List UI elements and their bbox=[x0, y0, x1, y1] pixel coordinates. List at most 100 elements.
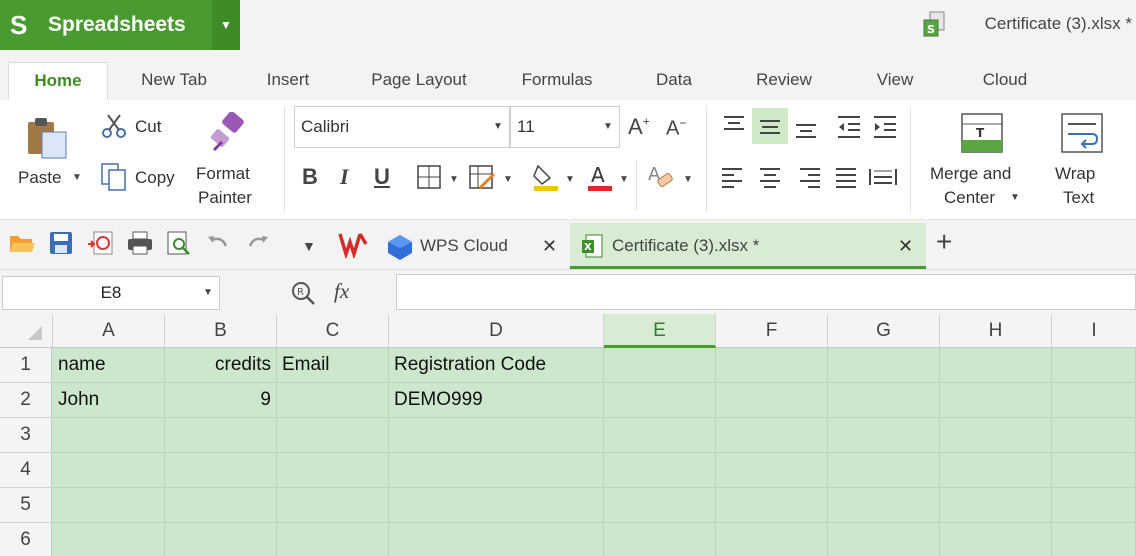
column-header-g[interactable]: G bbox=[828, 314, 940, 348]
distributed-align-icon[interactable] bbox=[868, 166, 898, 188]
app-menu-button[interactable]: S Spreadsheets ▼ bbox=[0, 0, 240, 50]
cell-g5[interactable] bbox=[828, 488, 940, 523]
cell-style-icon[interactable] bbox=[468, 164, 496, 192]
underline-button[interactable]: U bbox=[374, 164, 390, 190]
align-right-icon[interactable] bbox=[798, 166, 822, 188]
cell-b3[interactable] bbox=[165, 418, 277, 453]
open-folder-icon[interactable] bbox=[8, 232, 36, 256]
align-bottom-icon[interactable] bbox=[794, 118, 818, 140]
doc-tab-certificate[interactable]: X Certificate (3).xlsx * ✕ bbox=[570, 223, 926, 269]
cell-a2[interactable]: John bbox=[53, 383, 165, 418]
close-icon[interactable]: ✕ bbox=[898, 223, 913, 269]
clear-format-icon[interactable]: A bbox=[646, 162, 676, 192]
cell-a3[interactable] bbox=[53, 418, 165, 453]
bold-button[interactable]: B bbox=[302, 164, 318, 190]
cell-i1[interactable] bbox=[1052, 348, 1136, 383]
cell-a1[interactable]: name bbox=[53, 348, 165, 383]
cell-a6[interactable] bbox=[53, 523, 165, 556]
font-color-dropdown-icon[interactable]: ▼ bbox=[619, 174, 629, 185]
format-painter-label-2[interactable]: Painter bbox=[198, 188, 252, 208]
align-center-icon[interactable] bbox=[758, 166, 782, 188]
customize-toolbar-dropdown-icon[interactable]: ▼ bbox=[302, 238, 316, 254]
cell-g3[interactable] bbox=[828, 418, 940, 453]
redo-icon[interactable] bbox=[246, 232, 270, 256]
cell-d4[interactable] bbox=[389, 453, 604, 488]
tab-home[interactable]: Home bbox=[8, 62, 108, 100]
cell-f1[interactable] bbox=[716, 348, 828, 383]
font-color-icon[interactable]: A bbox=[586, 162, 614, 192]
cell-h3[interactable] bbox=[940, 418, 1052, 453]
new-tab-plus-icon[interactable]: + bbox=[936, 226, 952, 258]
cell-f6[interactable] bbox=[716, 523, 828, 556]
cell-i3[interactable] bbox=[1052, 418, 1136, 453]
column-header-e[interactable]: E bbox=[604, 314, 716, 348]
cell-i4[interactable] bbox=[1052, 453, 1136, 488]
increase-indent-icon[interactable] bbox=[872, 114, 898, 140]
wrap-text-label-2[interactable]: Text bbox=[1063, 188, 1094, 208]
clear-format-dropdown-icon[interactable]: ▼ bbox=[683, 174, 693, 185]
increase-font-size-icon[interactable]: A+ bbox=[628, 114, 650, 140]
row-header-1[interactable]: 1 bbox=[0, 348, 52, 383]
cell-h1[interactable] bbox=[940, 348, 1052, 383]
decrease-font-size-icon[interactable]: A− bbox=[666, 116, 686, 141]
cell-e3[interactable] bbox=[604, 418, 716, 453]
cell-e2[interactable] bbox=[604, 383, 716, 418]
column-header-i[interactable]: I bbox=[1052, 314, 1136, 348]
cell-d1[interactable]: Registration Code bbox=[389, 348, 604, 383]
row-header-4[interactable]: 4 bbox=[0, 453, 52, 488]
wrap-text-icon[interactable] bbox=[1060, 112, 1104, 154]
save-icon[interactable] bbox=[48, 230, 74, 256]
paste-icon[interactable] bbox=[24, 116, 72, 160]
insert-function-icon[interactable]: fx bbox=[334, 279, 349, 304]
print-icon[interactable] bbox=[126, 230, 154, 256]
cell-c2[interactable] bbox=[277, 383, 389, 418]
doc-tab-wps-cloud[interactable]: WPS Cloud ✕ bbox=[380, 223, 566, 269]
close-icon[interactable]: ✕ bbox=[542, 223, 557, 269]
justify-icon[interactable] bbox=[834, 166, 858, 188]
borders-dropdown-icon[interactable]: ▼ bbox=[449, 174, 459, 185]
column-header-a[interactable]: A bbox=[53, 314, 165, 348]
cell-g1[interactable] bbox=[828, 348, 940, 383]
cell-g6[interactable] bbox=[828, 523, 940, 556]
tab-formulas[interactable]: Formulas bbox=[506, 62, 608, 100]
copy-label[interactable]: Copy bbox=[135, 168, 175, 188]
cell-h5[interactable] bbox=[940, 488, 1052, 523]
cell-b5[interactable] bbox=[165, 488, 277, 523]
fill-color-icon[interactable] bbox=[532, 162, 560, 192]
column-header-c[interactable]: C bbox=[277, 314, 389, 348]
column-header-d[interactable]: D bbox=[389, 314, 604, 348]
name-box[interactable]: E8 ▼ bbox=[2, 276, 220, 310]
cell-e4[interactable] bbox=[604, 453, 716, 488]
cell-h4[interactable] bbox=[940, 453, 1052, 488]
paste-dropdown-icon[interactable]: ▼ bbox=[72, 172, 82, 183]
merge-center-dropdown-icon[interactable]: ▼ bbox=[1010, 192, 1020, 203]
print-preview-icon[interactable] bbox=[166, 230, 192, 258]
cell-f3[interactable] bbox=[716, 418, 828, 453]
column-header-f[interactable]: F bbox=[716, 314, 828, 348]
app-menu-dropdown-icon[interactable]: ▼ bbox=[212, 0, 240, 50]
tab-cloud[interactable]: Cloud bbox=[966, 62, 1044, 100]
cell-f2[interactable] bbox=[716, 383, 828, 418]
tab-new-tab[interactable]: New Tab bbox=[124, 62, 224, 100]
align-left-icon[interactable] bbox=[720, 166, 744, 188]
paste-label[interactable]: Paste bbox=[18, 168, 61, 188]
cell-c5[interactable] bbox=[277, 488, 389, 523]
cell-b6[interactable] bbox=[165, 523, 277, 556]
row-header-2[interactable]: 2 bbox=[0, 383, 52, 418]
export-pdf-icon[interactable] bbox=[86, 230, 114, 258]
cell-g4[interactable] bbox=[828, 453, 940, 488]
cell-b2[interactable]: 9 bbox=[165, 383, 277, 418]
cell-style-dropdown-icon[interactable]: ▼ bbox=[503, 174, 513, 185]
formula-input[interactable] bbox=[396, 274, 1136, 310]
undo-icon[interactable] bbox=[206, 232, 230, 256]
format-painter-icon[interactable] bbox=[206, 112, 250, 156]
tab-data[interactable]: Data bbox=[638, 62, 710, 100]
cell-h2[interactable] bbox=[940, 383, 1052, 418]
wrap-text-label-1[interactable]: Wrap bbox=[1055, 164, 1095, 184]
column-header-h[interactable]: H bbox=[940, 314, 1052, 348]
tab-page-layout[interactable]: Page Layout bbox=[352, 62, 486, 100]
cell-d5[interactable] bbox=[389, 488, 604, 523]
decrease-indent-icon[interactable] bbox=[836, 114, 862, 140]
cell-e6[interactable] bbox=[604, 523, 716, 556]
italic-button[interactable]: I bbox=[340, 164, 349, 190]
